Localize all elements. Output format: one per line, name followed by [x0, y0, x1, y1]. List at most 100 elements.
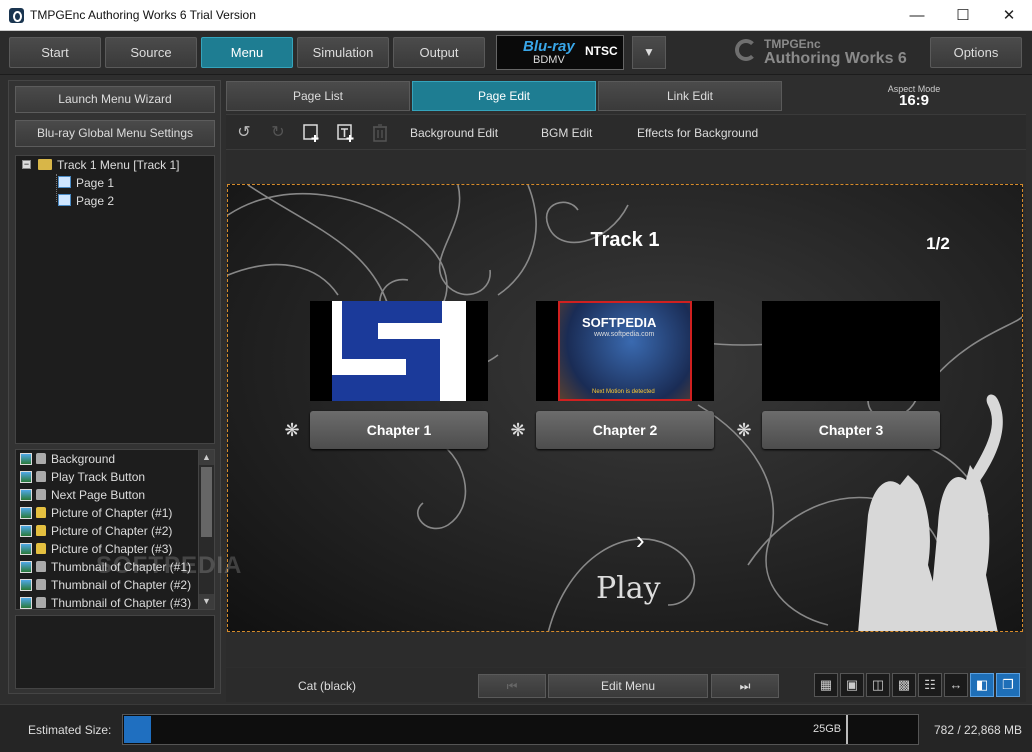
maximize-button[interactable]: ☐	[940, 0, 986, 31]
simulation-step-button[interactable]: Simulation	[297, 37, 389, 68]
menu-canvas-area: Track 1 1/2 SOFTPEDIA www.softpedia.com …	[226, 150, 1026, 667]
next-page-chevron-icon[interactable]: ›	[636, 525, 645, 556]
step-bar: Start Source Menu Simulation Output Blu-…	[0, 31, 1032, 75]
aspect-mode-indicator[interactable]: Aspect Mode 16:9	[879, 84, 949, 108]
start-step-button[interactable]: Start	[9, 37, 101, 68]
chapter1-button[interactable]: Chapter 1	[310, 411, 488, 449]
effects-background-link[interactable]: Effects for Background	[637, 126, 758, 140]
tab-link-edit[interactable]: Link Edit	[598, 81, 782, 111]
lock-icon[interactable]	[36, 525, 46, 536]
close-button[interactable]: ✕	[986, 0, 1032, 31]
menu-title[interactable]: Track 1	[568, 229, 682, 252]
canvas-bottom-bar: Cat (black) ⏮ Edit Menu ⏭ ▦ ▣ ◫ ▩ ☷ ↔ ◧ …	[226, 668, 1026, 702]
chapter3-thumbnail[interactable]	[762, 301, 940, 401]
tab-page-edit[interactable]: Page Edit	[412, 81, 596, 111]
size-value: 782 / 22,868 MB	[934, 723, 1023, 737]
skip-forward-icon: ⏭	[739, 679, 751, 693]
lock-icon[interactable]	[36, 507, 46, 518]
layer-thumbnail-chapter3[interactable]: Thumbnail of Chapter (#3)	[16, 594, 202, 609]
lock-icon[interactable]	[36, 471, 46, 482]
output-format-display[interactable]: Blu-ray BDMV NTSC	[496, 35, 624, 70]
chapter1-thumbnail[interactable]	[310, 301, 488, 401]
page-icon	[58, 176, 71, 188]
layer-picture-chapter2[interactable]: Picture of Chapter (#2)	[16, 522, 202, 540]
size-progress-bar: 25GB	[122, 714, 919, 745]
scroll-down-icon[interactable]: ▼	[199, 594, 214, 609]
lock-icon[interactable]	[36, 489, 46, 500]
options-button[interactable]: Options	[930, 37, 1022, 68]
layer-image-icon	[20, 543, 32, 555]
tv-safe-area-icon[interactable]: ◫	[866, 673, 890, 697]
layer-play-track-button[interactable]: Play Track Button	[16, 468, 202, 486]
next-page-button[interactable]: ⏭	[711, 674, 779, 698]
menu-page-canvas[interactable]: Track 1 1/2 SOFTPEDIA www.softpedia.com …	[227, 184, 1023, 632]
launch-menu-wizard-button[interactable]: Launch Menu Wizard	[15, 86, 215, 113]
grid-icon[interactable]: ▦	[814, 673, 838, 697]
chapter1-picture	[332, 301, 466, 401]
background-edit-link[interactable]: Background Edit	[410, 126, 498, 140]
tree-item-page2[interactable]: Page 2	[58, 192, 114, 210]
guides-icon[interactable]: ☷	[918, 673, 942, 697]
snap-grid-icon[interactable]: ▣	[840, 673, 864, 697]
lock-icon[interactable]	[36, 543, 46, 554]
lock-icon[interactable]	[36, 453, 46, 464]
paw-icon: ❋	[284, 420, 300, 440]
stretch-icon[interactable]: ↔	[944, 673, 968, 697]
layer-image-icon	[20, 597, 32, 609]
output-step-button[interactable]: Output	[393, 37, 485, 68]
tree-item-page1[interactable]: Page 1	[58, 174, 114, 192]
collapse-icon[interactable]: −	[22, 160, 31, 169]
lock-icon[interactable]	[36, 579, 46, 590]
add-text-icon[interactable]	[336, 123, 356, 143]
layer-image-icon	[20, 525, 32, 537]
chapter3-button[interactable]: Chapter 3	[762, 411, 940, 449]
edit-menu-button[interactable]: Edit Menu	[548, 674, 708, 698]
layer-picture-chapter1[interactable]: Picture of Chapter (#1)	[16, 504, 202, 522]
estimated-size-label: Estimated Size:	[28, 723, 112, 737]
layer-background[interactable]: Background	[16, 450, 202, 468]
app-icon	[9, 8, 24, 23]
triangle-down-icon: ▼	[643, 45, 655, 59]
preview-icon[interactable]: ❐	[996, 673, 1020, 697]
menu-step-button[interactable]: Menu	[201, 37, 293, 68]
scroll-thumb[interactable]	[201, 467, 212, 537]
add-image-icon[interactable]	[302, 123, 322, 143]
size-progress-fill	[124, 716, 151, 743]
first-page-button[interactable]: ⏮	[478, 674, 546, 698]
layer-image-icon	[20, 561, 32, 573]
capacity-marker	[846, 715, 848, 744]
page-indicator[interactable]: 1/2	[908, 234, 968, 254]
bluray-logo: Blu-ray	[523, 38, 575, 55]
left-panel: Launch Menu Wizard Blu-ray Global Menu S…	[8, 80, 221, 694]
scroll-up-icon[interactable]: ▲	[199, 450, 214, 465]
page-edit-toolbar: ↺ ↻ Background Edit BGM Edit Effects for…	[226, 114, 1026, 150]
folder-icon	[38, 159, 52, 170]
global-menu-settings-button[interactable]: Blu-ray Global Menu Settings	[15, 120, 215, 147]
tree-root-track1[interactable]: Track 1 Menu [Track 1]	[38, 156, 179, 174]
delete-icon[interactable]	[370, 123, 390, 143]
chapter2-button[interactable]: Chapter 2	[536, 411, 714, 449]
brand-logo: TMPGEnc Authoring Works 6	[735, 35, 925, 71]
layer-scrollbar[interactable]: ▲ ▼	[198, 450, 214, 609]
frame-icon[interactable]: ▩	[892, 673, 916, 697]
layer-properties-panel	[15, 615, 215, 689]
layout-icon[interactable]: ◧	[970, 673, 994, 697]
lock-icon[interactable]	[36, 597, 46, 608]
capacity-label: 25GB	[813, 723, 842, 735]
menu-tree: − Track 1 Menu [Track 1] Page 1 Page 2	[15, 155, 215, 444]
source-step-button[interactable]: Source	[105, 37, 197, 68]
tab-page-list[interactable]: Page List	[226, 81, 410, 111]
watermark: SOFTPEDIA	[96, 552, 243, 579]
format-dropdown-button[interactable]: ▼	[632, 36, 666, 69]
window-title: TMPGEnc Authoring Works 6 Trial Version	[30, 8, 256, 22]
chapter2-thumbnail[interactable]: SOFTPEDIA www.softpedia.com Next Motion …	[536, 301, 714, 401]
undo-icon[interactable]: ↺	[234, 123, 254, 143]
layer-next-page-button[interactable]: Next Page Button	[16, 486, 202, 504]
lock-icon[interactable]	[36, 561, 46, 572]
play-track-button[interactable]: Play	[596, 571, 661, 606]
bgm-edit-link[interactable]: BGM Edit	[541, 126, 592, 140]
redo-icon[interactable]: ↻	[268, 123, 288, 143]
minimize-button[interactable]: —	[894, 0, 940, 31]
format-sub: BDMV	[533, 54, 565, 66]
paw-icon: ❋	[736, 420, 752, 440]
